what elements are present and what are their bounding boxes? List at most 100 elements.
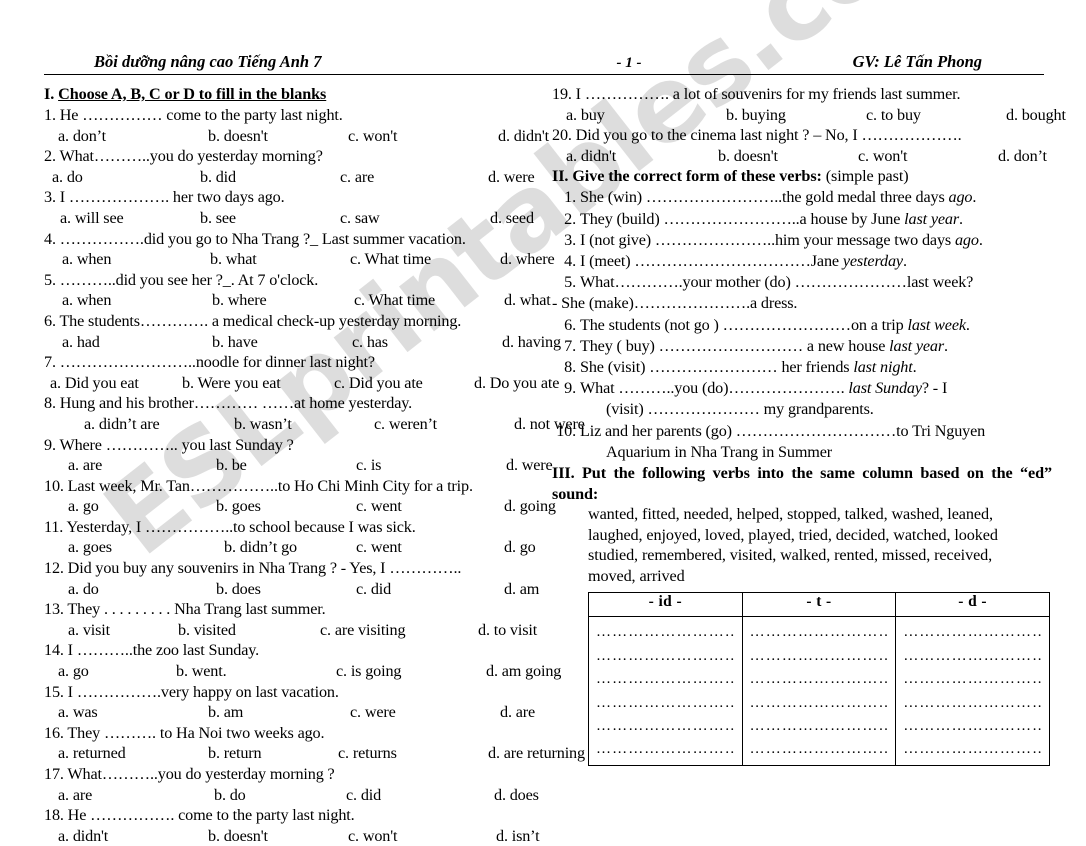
dotted-answer-line[interactable]: ……………………………: [750, 645, 889, 668]
option-a[interactable]: a. visit: [44, 620, 178, 641]
option-b[interactable]: b. Were you eat: [182, 373, 334, 394]
option-d[interactable]: d. am going: [486, 661, 561, 682]
option-c[interactable]: c. What time: [350, 249, 500, 270]
option-b[interactable]: b. return: [208, 743, 338, 764]
dotted-answer-line[interactable]: ……………………………: [596, 692, 735, 715]
verb-form-item[interactable]: 9. What ………..you (do)…………………. last Sunday…: [552, 378, 1052, 399]
option-b[interactable]: b. didn’t go: [224, 537, 356, 558]
option-b[interactable]: b. visited: [178, 620, 320, 641]
option-d[interactable]: d. are: [500, 702, 535, 723]
verb-form-item[interactable]: 10. Liz and her parents (go) …………………………to…: [552, 421, 1052, 442]
option-a[interactable]: a. go: [44, 496, 216, 517]
option-d[interactable]: d. am: [504, 579, 539, 600]
option-d[interactable]: d. does: [494, 785, 539, 806]
option-b[interactable]: b. did: [200, 167, 340, 188]
dotted-answer-line[interactable]: ……………………………: [903, 621, 1042, 644]
answer-cell-t[interactable]: ……………………………………………………………………………………………………………: [741, 616, 897, 767]
option-b[interactable]: b. buying: [726, 105, 866, 126]
option-c[interactable]: c. is going: [336, 661, 486, 682]
option-a[interactable]: a. Did you eat: [44, 373, 182, 394]
option-c[interactable]: c. to buy: [866, 105, 1006, 126]
dotted-answer-line[interactable]: ……………………………: [903, 668, 1042, 691]
option-c[interactable]: c. went: [356, 537, 504, 558]
option-a[interactable]: a. didn't: [552, 146, 718, 167]
option-a[interactable]: a. when: [44, 249, 210, 270]
option-a[interactable]: a. do: [44, 579, 216, 600]
dotted-answer-line[interactable]: ……………………………: [596, 715, 735, 738]
option-d[interactable]: d. were: [506, 455, 553, 476]
option-c[interactable]: c. won't: [858, 146, 998, 167]
option-c[interactable]: c. returns: [338, 743, 488, 764]
option-a[interactable]: a. go: [44, 661, 176, 682]
verb-form-item[interactable]: 4. I (meet) ……………………………Jane yesterday.: [552, 251, 1052, 272]
option-c[interactable]: c. won't: [348, 826, 496, 846]
dotted-answer-line[interactable]: ……………………………: [596, 668, 735, 691]
option-b[interactable]: b. doesn't: [208, 126, 348, 147]
option-d[interactable]: d. don’t: [998, 146, 1047, 167]
option-a[interactable]: a. when: [44, 290, 212, 311]
option-d[interactable]: d. go: [504, 537, 536, 558]
option-b[interactable]: b. am: [208, 702, 350, 723]
option-b[interactable]: b. have: [212, 332, 352, 353]
option-b[interactable]: b. be: [216, 455, 356, 476]
dotted-answer-line[interactable]: ……………………………: [903, 692, 1042, 715]
option-d[interactable]: d. bought: [1006, 105, 1066, 126]
dotted-answer-line[interactable]: ……………………………: [750, 621, 889, 644]
option-c[interactable]: c. has: [352, 332, 502, 353]
option-c[interactable]: c. won't: [348, 126, 498, 147]
dotted-answer-line[interactable]: ……………………………: [903, 738, 1042, 761]
option-c[interactable]: c. saw: [340, 208, 490, 229]
option-a[interactable]: a. didn’t are: [44, 414, 234, 435]
option-c[interactable]: c. Did you ate: [334, 373, 474, 394]
option-d[interactable]: d. to visit: [478, 620, 537, 641]
option-a[interactable]: a. are: [44, 455, 216, 476]
option-b[interactable]: b. do: [214, 785, 346, 806]
option-a[interactable]: a. returned: [44, 743, 208, 764]
option-c[interactable]: c. were: [350, 702, 500, 723]
option-b[interactable]: b. where: [212, 290, 354, 311]
option-b[interactable]: b. doesn't: [718, 146, 858, 167]
dotted-answer-line[interactable]: ……………………………: [750, 668, 889, 691]
verb-form-item[interactable]: 2. They (build) ……………………..a house by June…: [552, 209, 1052, 230]
verb-form-item[interactable]: 6. The students (not go ) ……………………on a tr…: [552, 315, 1052, 336]
verb-form-item[interactable]: 5. What………….your mother (do) …………………last …: [552, 272, 1052, 293]
option-d[interactable]: d. going: [504, 496, 556, 517]
option-c[interactable]: c. What time: [354, 290, 504, 311]
option-a[interactable]: a. don’t: [44, 126, 208, 147]
option-d[interactable]: d. isn’t: [496, 826, 540, 846]
option-a[interactable]: a. had: [44, 332, 212, 353]
option-a[interactable]: a. will see: [44, 208, 200, 229]
dotted-answer-line[interactable]: ……………………………: [750, 715, 889, 738]
option-a[interactable]: a. didn't: [44, 826, 208, 846]
dotted-answer-line[interactable]: ……………………………: [596, 738, 735, 761]
option-c[interactable]: c. went: [356, 496, 504, 517]
option-d[interactable]: d. seed: [490, 208, 534, 229]
verb-form-item[interactable]: 3. I (not give) …………………..him your message…: [552, 230, 1052, 251]
verb-form-item[interactable]: 8. She (visit) …………………… her friends last …: [552, 357, 1052, 378]
verb-form-item[interactable]: 1. She (win) ……………………..the gold medal thr…: [552, 187, 1052, 208]
option-c[interactable]: c. weren’t: [374, 414, 514, 435]
option-c[interactable]: c. are visiting: [320, 620, 478, 641]
option-a[interactable]: a. goes: [44, 537, 224, 558]
option-d[interactable]: d. were: [488, 167, 535, 188]
option-c[interactable]: c. is: [356, 455, 506, 476]
option-b[interactable]: b. goes: [216, 496, 356, 517]
dotted-answer-line[interactable]: ……………………………: [750, 692, 889, 715]
option-a[interactable]: a. are: [44, 785, 214, 806]
option-d[interactable]: d. didn't: [498, 126, 549, 147]
dotted-answer-line[interactable]: ……………………………: [596, 621, 735, 644]
option-d[interactable]: d. where: [500, 249, 555, 270]
option-a[interactable]: a. buy: [552, 105, 726, 126]
option-b[interactable]: b. wasn’t: [234, 414, 374, 435]
verb-form-item[interactable]: (visit) ………………… my grandparents.: [552, 399, 1052, 420]
verb-form-item[interactable]: 7. They ( buy) ……………………… a new house last…: [552, 336, 1052, 357]
option-c[interactable]: c. are: [340, 167, 488, 188]
option-a[interactable]: a. was: [44, 702, 208, 723]
option-b[interactable]: b. what: [210, 249, 350, 270]
option-c[interactable]: c. did: [346, 785, 494, 806]
option-b[interactable]: b. does: [216, 579, 356, 600]
answer-cell-id[interactable]: ……………………………………………………………………………………………………………: [588, 616, 743, 767]
option-c[interactable]: c. did: [356, 579, 504, 600]
dotted-answer-line[interactable]: ……………………………: [903, 715, 1042, 738]
option-a[interactable]: a. do: [44, 167, 200, 188]
